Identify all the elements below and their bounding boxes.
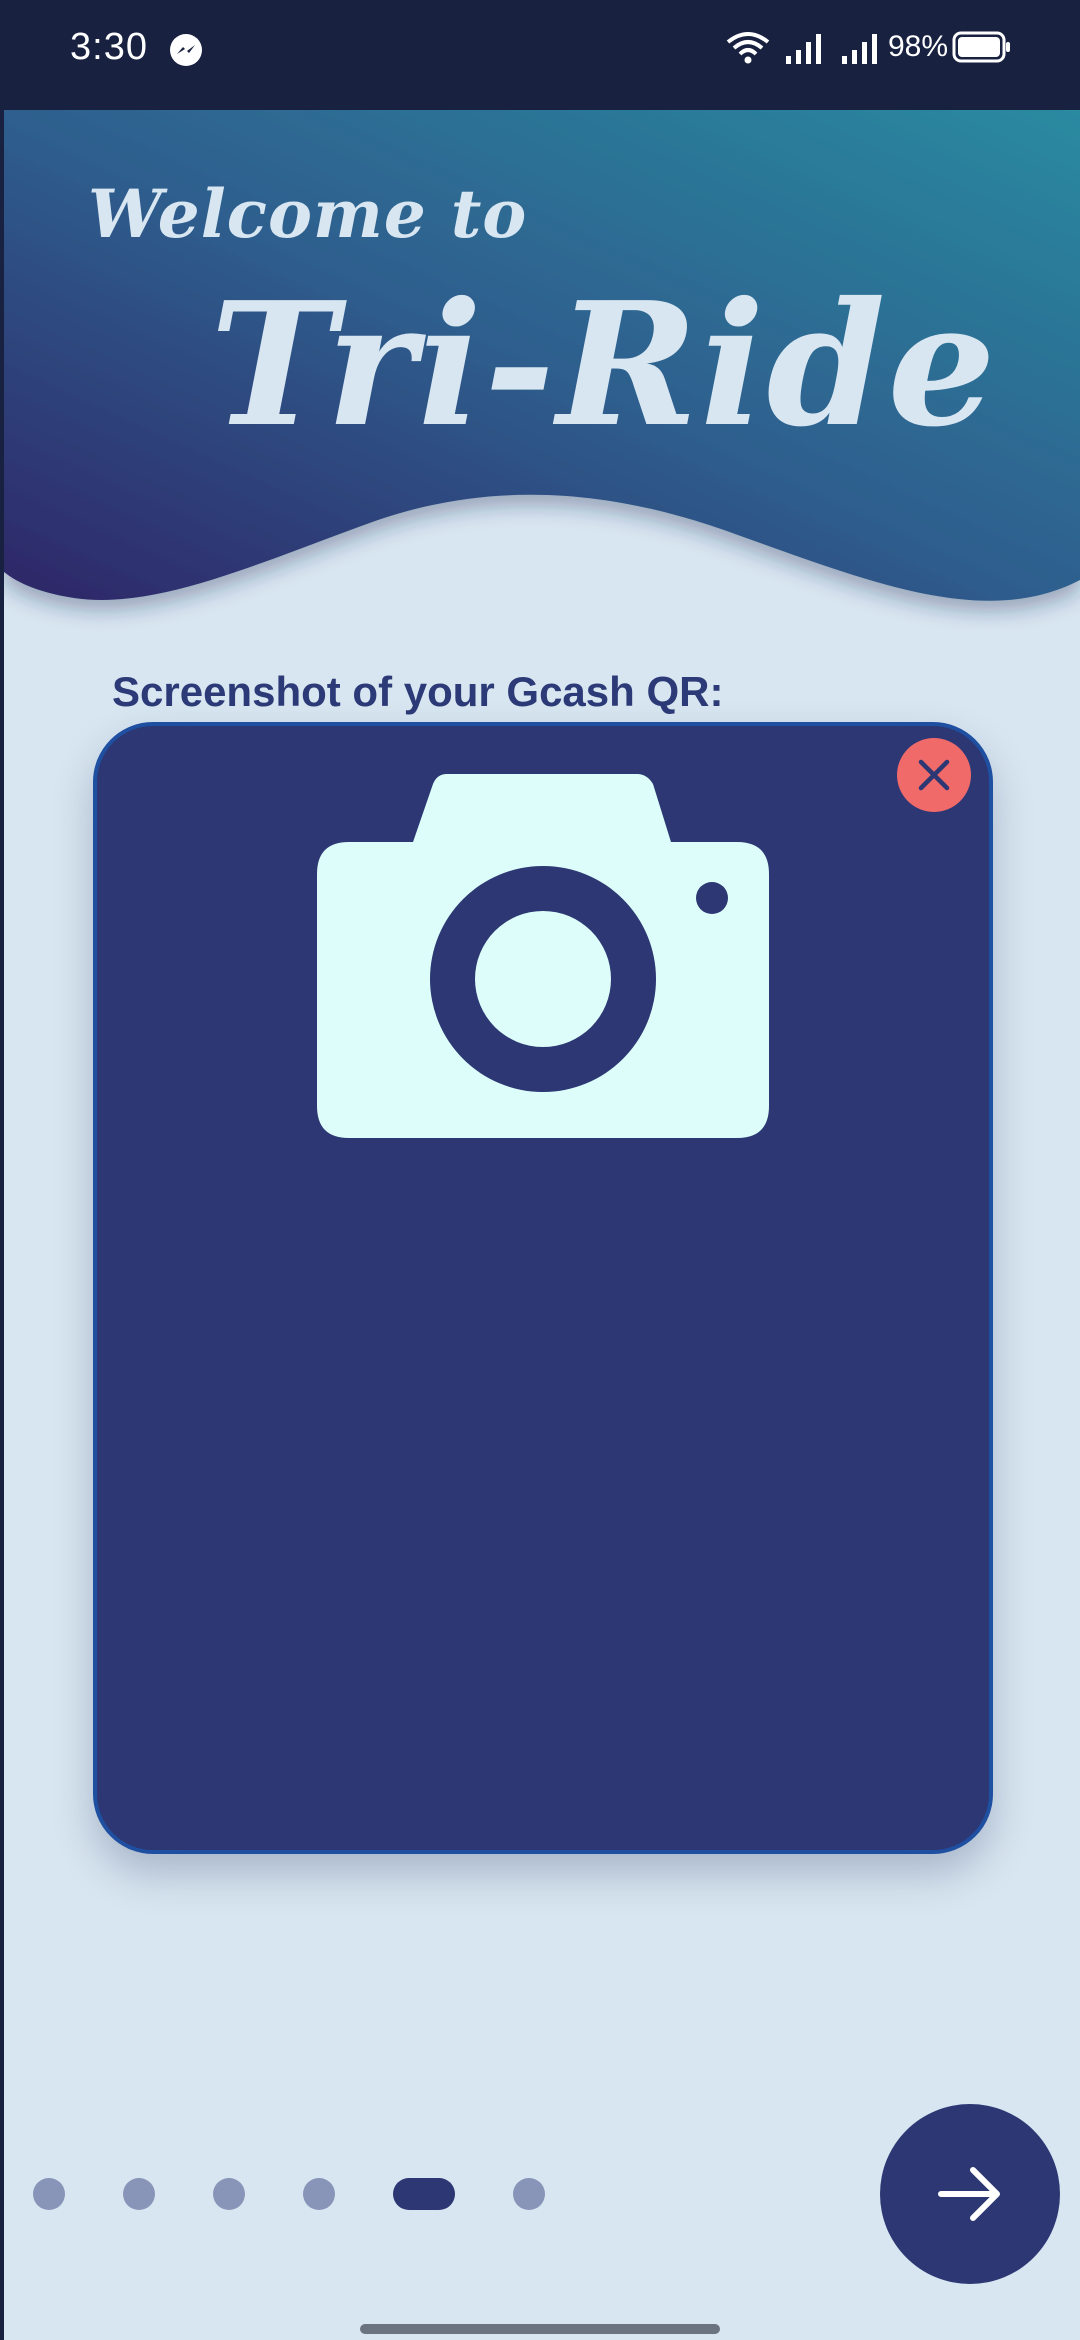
camera-icon	[317, 774, 769, 1138]
home-indicator[interactable]	[360, 2324, 720, 2334]
arrow-right-icon	[938, 2167, 1000, 2221]
gcash-qr-label: Screenshot of your Gcash QR:	[112, 668, 724, 715]
page-dot-active	[393, 2178, 455, 2210]
status-bar: 3:30 98%	[0, 0, 1080, 110]
app-title: Tri-Ride	[210, 265, 998, 465]
signal-icon	[842, 34, 877, 64]
remove-image-button[interactable]	[897, 738, 971, 812]
page-dot	[213, 2178, 245, 2210]
welcome-text: Welcome to	[88, 175, 528, 253]
next-button[interactable]	[880, 2104, 1060, 2284]
battery-percent: 98%	[888, 30, 949, 63]
wifi-icon	[726, 32, 770, 64]
gcash-qr-upload-card[interactable]	[93, 722, 993, 1854]
close-icon	[918, 759, 950, 791]
page-dot	[123, 2178, 155, 2210]
page-dot	[513, 2178, 545, 2210]
status-time: 3:30	[70, 26, 148, 68]
messenger-icon	[170, 34, 202, 66]
signal-icon	[786, 34, 821, 64]
page-dot	[33, 2178, 65, 2210]
battery-icon	[952, 31, 1010, 63]
page-dot	[303, 2178, 335, 2210]
